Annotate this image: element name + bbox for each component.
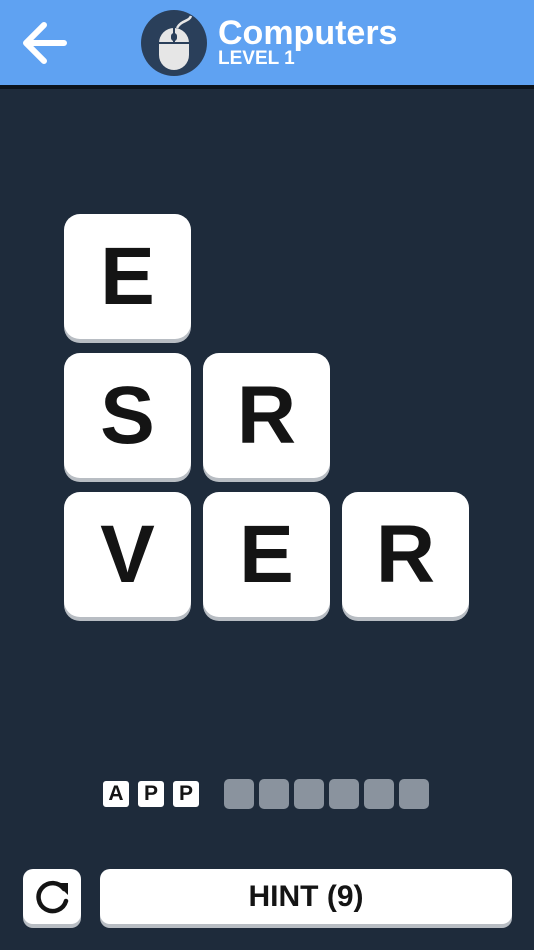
letter-tile[interactable]: E [64, 214, 191, 339]
top-bar: Computers LEVEL 1 [0, 0, 534, 89]
letter-tile[interactable]: E [203, 492, 330, 617]
solved-letter-slot: P [136, 779, 166, 809]
answer-slots: A P P [101, 779, 434, 809]
letter-tile[interactable]: R [203, 353, 330, 478]
category-title: Computers [218, 14, 398, 52]
empty-letter-slot [399, 779, 429, 809]
letter-tile[interactable]: S [64, 353, 191, 478]
refresh-icon [36, 880, 69, 913]
empty-letter-slot [329, 779, 359, 809]
solved-letter-slot: P [171, 779, 201, 809]
empty-letter-slot [224, 779, 254, 809]
empty-letter-slot [294, 779, 324, 809]
hint-button[interactable]: HINT (9) [100, 869, 512, 924]
back-button[interactable] [20, 20, 70, 66]
computer-mouse-icon [159, 15, 193, 70]
category-icon-badge [141, 10, 207, 76]
level-label: LEVEL 1 [218, 48, 295, 69]
solved-letter-slot: A [101, 779, 131, 809]
letter-tile[interactable]: V [64, 492, 191, 617]
empty-letter-slot [259, 779, 289, 809]
letter-tile[interactable]: R [342, 492, 469, 617]
word-gap [206, 779, 224, 809]
empty-letter-slot [364, 779, 394, 809]
arrow-left-icon [23, 22, 67, 64]
reset-button[interactable] [23, 869, 81, 924]
